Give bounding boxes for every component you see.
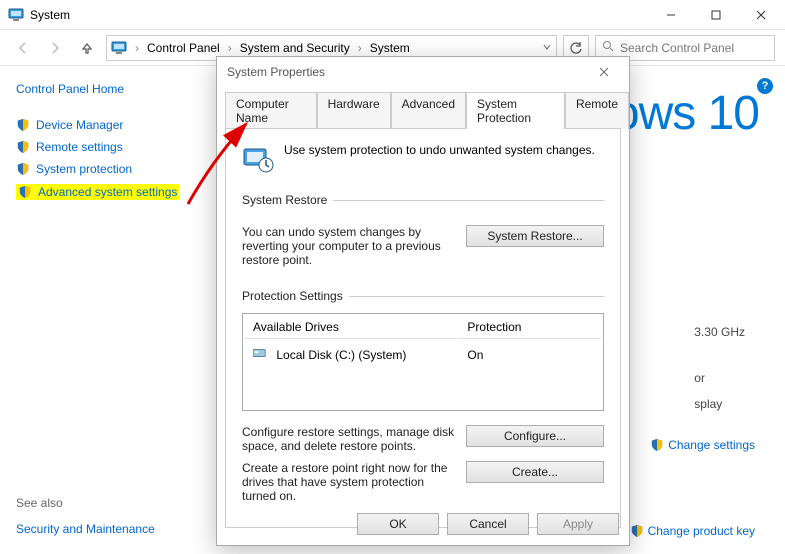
configure-text: Configure restore settings, manage disk … bbox=[242, 425, 456, 453]
sidebar-link-label: Advanced system settings bbox=[38, 185, 177, 199]
disk-icon bbox=[253, 347, 267, 359]
search-icon bbox=[602, 40, 614, 55]
protection-settings-group: Protection Settings Available Drives Pro… bbox=[242, 289, 604, 511]
dialog-close-button[interactable] bbox=[589, 60, 619, 84]
tab-strip: Computer Name Hardware Advanced System P… bbox=[217, 91, 629, 128]
see-also-link[interactable]: Security and Maintenance bbox=[16, 522, 219, 536]
back-button[interactable] bbox=[10, 35, 36, 61]
intro-text: Use system protection to undo unwanted s… bbox=[284, 143, 595, 157]
change-product-key-link[interactable]: Change product key bbox=[630, 524, 755, 538]
chevron-right-icon: › bbox=[226, 41, 234, 55]
search-placeholder: Search Control Panel bbox=[620, 41, 734, 55]
create-button[interactable]: Create... bbox=[466, 461, 604, 483]
col-available-drives: Available Drives bbox=[245, 316, 457, 339]
dialog-titlebar: System Properties bbox=[217, 57, 629, 87]
system-properties-dialog: System Properties Computer Name Hardware… bbox=[216, 56, 630, 546]
system-restore-group: System Restore You can undo system chang… bbox=[242, 193, 604, 275]
shield-icon bbox=[18, 185, 32, 199]
col-protection: Protection bbox=[459, 316, 601, 339]
control-panel-home-link[interactable]: Control Panel Home bbox=[16, 82, 219, 96]
annotation-arrow bbox=[184, 118, 264, 218]
drive-protection: On bbox=[459, 341, 601, 368]
breadcrumb[interactable]: System and Security bbox=[236, 39, 354, 57]
change-settings-link[interactable]: Change settings bbox=[650, 438, 755, 452]
titlebar: System bbox=[0, 0, 785, 30]
spec-or: or bbox=[694, 365, 745, 391]
spec-fragments: 3.30 GHz or splay bbox=[694, 319, 745, 417]
chevron-right-icon: › bbox=[356, 41, 364, 55]
dialog-title: System Properties bbox=[227, 65, 325, 79]
shield-icon bbox=[650, 438, 664, 452]
cancel-button[interactable]: Cancel bbox=[447, 513, 529, 535]
breadcrumb[interactable]: Control Panel bbox=[143, 39, 224, 57]
change-settings-label: Change settings bbox=[668, 438, 755, 452]
spec-ghz: 3.30 GHz bbox=[694, 319, 745, 345]
system-restore-text: You can undo system changes by reverting… bbox=[242, 225, 456, 267]
tab-advanced[interactable]: Advanced bbox=[391, 92, 466, 129]
up-button[interactable] bbox=[74, 35, 100, 61]
create-text: Create a restore point right now for the… bbox=[242, 461, 456, 503]
see-also-heading: See also bbox=[16, 496, 219, 510]
spec-splay: splay bbox=[694, 391, 745, 417]
sidebar-link-label: Device Manager bbox=[36, 118, 123, 132]
dialog-button-row: OK Cancel Apply bbox=[357, 513, 619, 535]
chevron-right-icon: › bbox=[133, 41, 141, 55]
path-dropdown[interactable] bbox=[542, 41, 552, 55]
shield-icon bbox=[16, 162, 30, 176]
tab-hardware[interactable]: Hardware bbox=[317, 92, 391, 129]
drives-table: Available Drives Protection Local Disk (… bbox=[242, 313, 604, 411]
drive-name: Local Disk (C:) (System) bbox=[276, 348, 406, 362]
configure-button[interactable]: Configure... bbox=[466, 425, 604, 447]
system-restore-button[interactable]: System Restore... bbox=[466, 225, 604, 247]
shield-icon bbox=[16, 118, 30, 132]
sidebar-link-advanced-settings[interactable]: Advanced system settings bbox=[16, 184, 179, 200]
protection-settings-legend: Protection Settings bbox=[242, 289, 349, 303]
table-row[interactable]: Local Disk (C:) (System) On bbox=[245, 341, 601, 368]
breadcrumb[interactable]: System bbox=[366, 39, 414, 57]
minimize-button[interactable] bbox=[648, 1, 693, 29]
tab-system-protection[interactable]: System Protection bbox=[466, 92, 565, 129]
shield-icon bbox=[630, 524, 644, 538]
close-button[interactable] bbox=[738, 1, 783, 29]
tab-remote[interactable]: Remote bbox=[565, 92, 629, 129]
sidebar-link-label: Remote settings bbox=[36, 140, 123, 154]
maximize-button[interactable] bbox=[693, 1, 738, 29]
system-icon bbox=[8, 7, 24, 23]
tab-body: Use system protection to undo unwanted s… bbox=[225, 128, 621, 528]
path-icon bbox=[111, 40, 127, 56]
change-key-label: Change product key bbox=[648, 524, 755, 538]
ok-button[interactable]: OK bbox=[357, 513, 439, 535]
window-title: System bbox=[30, 8, 70, 22]
shield-icon bbox=[16, 140, 30, 154]
sidebar-link-label: System protection bbox=[36, 162, 132, 176]
apply-button[interactable]: Apply bbox=[537, 513, 619, 535]
forward-button[interactable] bbox=[42, 35, 68, 61]
